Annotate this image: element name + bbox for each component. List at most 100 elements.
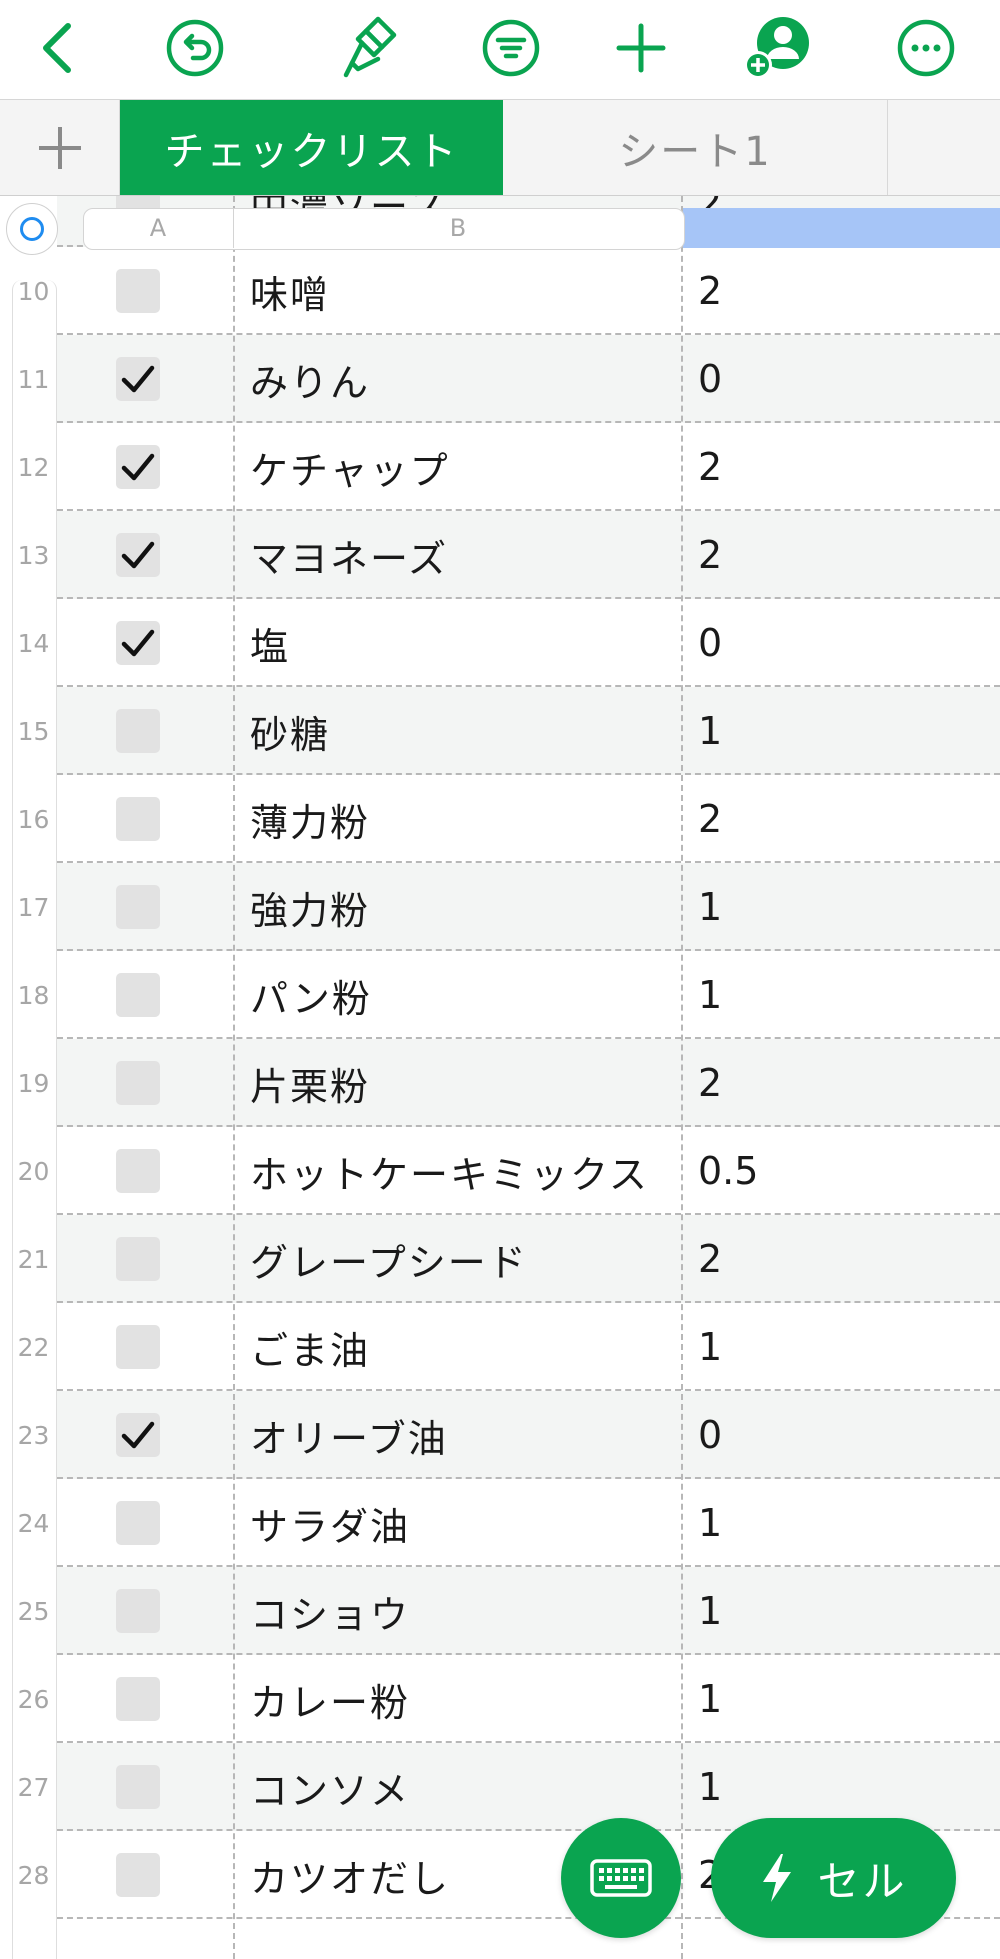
row-number[interactable]: 24 [12, 1479, 55, 1567]
filter-icon[interactable] [471, 8, 551, 88]
row-number[interactable]: 13 [12, 511, 55, 599]
item-name-cell[interactable]: 薄力粉 [250, 775, 370, 863]
item-name-cell[interactable]: みりん [250, 335, 370, 423]
keyboard-button[interactable] [561, 1818, 681, 1938]
checkbox[interactable] [116, 709, 160, 753]
quantity-cell[interactable]: 1 [698, 687, 722, 775]
checkbox[interactable] [116, 445, 160, 489]
add-sheet-button[interactable] [0, 100, 120, 195]
item-name-cell[interactable]: カツオだし [250, 1831, 450, 1919]
item-name-cell[interactable]: ケチャップ [250, 423, 450, 511]
row-background [57, 511, 1000, 599]
row-background [57, 247, 1000, 335]
row-number[interactable]: 22 [12, 1303, 55, 1391]
checkbox[interactable] [116, 885, 160, 929]
row-number[interactable]: 10 [12, 247, 55, 335]
checkbox[interactable] [116, 973, 160, 1017]
item-name-cell[interactable]: コンソメ [250, 1743, 410, 1831]
row-number[interactable]: 15 [12, 687, 55, 775]
cell-button-label: セル [817, 1856, 908, 1906]
quantity-cell[interactable]: 1 [698, 863, 722, 951]
quantity-cell[interactable]: 2 [698, 1215, 722, 1303]
checkbox[interactable] [116, 1589, 160, 1633]
row-number[interactable]: 11 [12, 335, 55, 423]
add-icon[interactable] [601, 8, 681, 88]
quantity-cell[interactable]: 2 [698, 1039, 722, 1127]
item-name-cell[interactable]: 塩 [250, 599, 290, 687]
quantity-cell[interactable]: 0 [698, 599, 722, 687]
checkbox[interactable] [116, 533, 160, 577]
checkbox[interactable] [116, 1765, 160, 1809]
checkbox[interactable] [116, 797, 160, 841]
item-name-cell[interactable]: グレープシード [250, 1215, 528, 1303]
checkbox[interactable] [116, 1413, 160, 1457]
row-number[interactable]: 25 [12, 1567, 55, 1655]
quantity-cell[interactable]: 1 [698, 1303, 722, 1391]
checkbox[interactable] [116, 1325, 160, 1369]
item-name-cell[interactable]: ごま油 [250, 1303, 370, 1391]
row-background [57, 775, 1000, 863]
item-name-cell[interactable]: ホットケーキミックス [250, 1127, 649, 1215]
quantity-cell[interactable]: 0.5 [698, 1127, 758, 1215]
quantity-cell[interactable]: 2 [698, 511, 722, 599]
quantity-cell[interactable]: 2 [698, 247, 722, 335]
quantity-cell[interactable]: 1 [698, 1743, 722, 1831]
checkbox[interactable] [116, 1677, 160, 1721]
checkbox[interactable] [116, 357, 160, 401]
row-number[interactable]: 12 [12, 423, 55, 511]
quantity-cell[interactable]: 0 [698, 335, 722, 423]
quantity-cell[interactable]: 1 [698, 1479, 722, 1567]
cell-actions-button[interactable]: セル [711, 1818, 956, 1938]
table-row: 22 ごま油 1 [0, 1303, 1000, 1391]
row-number[interactable]: 27 [12, 1743, 55, 1831]
column-a-header[interactable]: A [83, 208, 233, 248]
tab-sheet1[interactable]: シート1 [503, 100, 888, 195]
item-name-cell[interactable]: コショウ [250, 1567, 410, 1655]
row-number[interactable]: 19 [12, 1039, 55, 1127]
row-number[interactable]: 17 [12, 863, 55, 951]
item-name-cell[interactable]: オリーブ油 [250, 1391, 448, 1479]
checkbox[interactable] [116, 1853, 160, 1897]
quantity-cell[interactable]: 1 [698, 1655, 722, 1743]
quantity-cell[interactable]: 0 [698, 1391, 722, 1479]
row-number[interactable]: 21 [12, 1215, 55, 1303]
item-name-cell[interactable]: 砂糖 [250, 687, 330, 775]
row-number[interactable]: 23 [12, 1391, 55, 1479]
checkbox[interactable] [116, 1061, 160, 1105]
row-background [57, 951, 1000, 1039]
format-brush-icon[interactable] [333, 8, 413, 88]
quantity-cell[interactable]: 2 [698, 775, 722, 863]
row-number[interactable]: 16 [12, 775, 55, 863]
quantity-cell[interactable]: 1 [698, 951, 722, 1039]
quantity-cell[interactable]: 2 [698, 423, 722, 511]
column-b-header[interactable]: B [233, 208, 683, 248]
collaborate-icon[interactable] [738, 8, 818, 88]
checkbox[interactable] [116, 269, 160, 313]
row-background [57, 1479, 1000, 1567]
row-number[interactable]: 14 [12, 599, 55, 687]
quantity-cell[interactable]: 1 [698, 1567, 722, 1655]
item-name-cell[interactable]: カレー粉 [250, 1655, 410, 1743]
undo-icon[interactable] [155, 8, 235, 88]
item-name-cell[interactable]: マヨネーズ [250, 511, 448, 599]
row-background [57, 687, 1000, 775]
checkbox[interactable] [116, 1501, 160, 1545]
tab-checklist[interactable]: チェックリスト [120, 100, 503, 195]
checkbox[interactable] [116, 1237, 160, 1281]
item-name-cell[interactable]: 味噌 [250, 247, 330, 335]
item-name-cell[interactable]: 片栗粉 [250, 1039, 370, 1127]
row-number[interactable]: 20 [12, 1127, 55, 1215]
more-icon[interactable] [886, 8, 966, 88]
row-number[interactable]: 28 [12, 1831, 55, 1919]
item-name-cell[interactable]: 強力粉 [250, 863, 370, 951]
item-name-cell[interactable]: サラダ油 [250, 1479, 410, 1567]
checkbox[interactable] [116, 1149, 160, 1193]
table-select-handle[interactable] [6, 203, 58, 255]
row-number[interactable]: 26 [12, 1655, 55, 1743]
column-c-header-selected[interactable] [683, 208, 1000, 248]
row-number[interactable]: 18 [12, 951, 55, 1039]
back-chevron-icon[interactable] [20, 8, 100, 88]
item-name-cell[interactable]: パン粉 [250, 951, 372, 1039]
checkmark-icon [121, 541, 155, 569]
checkbox[interactable] [116, 621, 160, 665]
